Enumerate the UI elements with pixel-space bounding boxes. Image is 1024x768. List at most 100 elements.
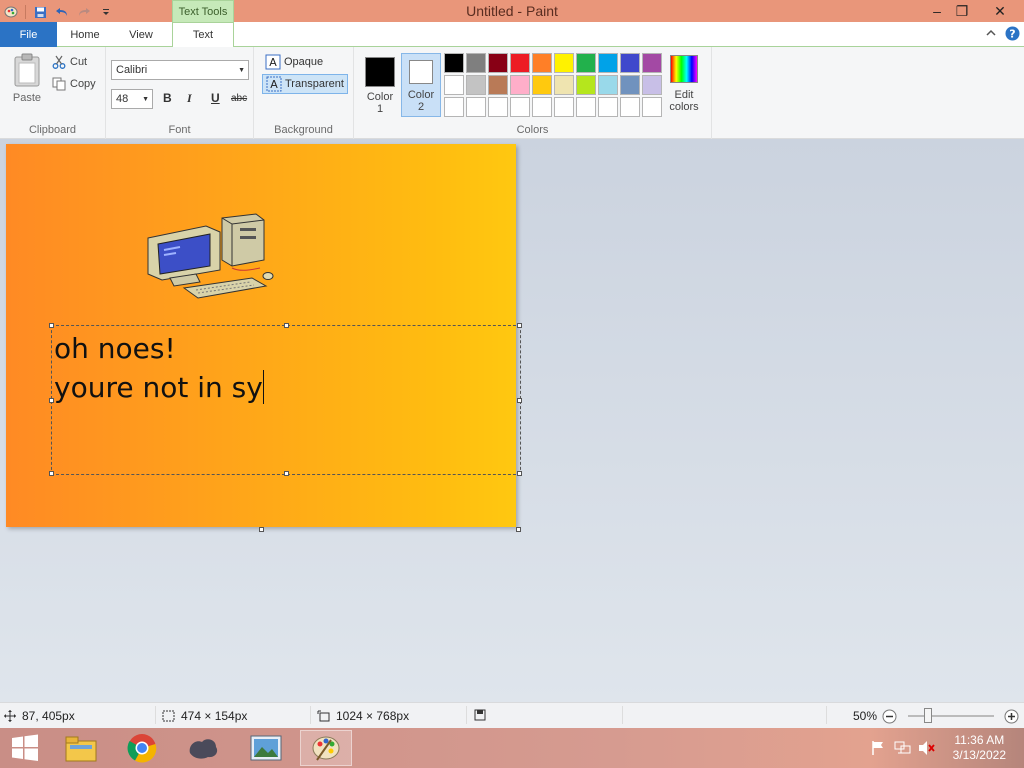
palette-color-swatch[interactable] <box>642 97 662 117</box>
clock-date: 3/13/2022 <box>952 748 1006 762</box>
color-1-swatch <box>365 57 395 87</box>
taskbar-file-explorer[interactable] <box>55 730 107 766</box>
start-button[interactable] <box>0 730 50 766</box>
taskbar-photo-viewer[interactable] <box>240 730 292 766</box>
chrome-icon <box>127 734 157 763</box>
color-1-label-b: 1 <box>376 103 384 115</box>
canvas-text-line: youre not in sy <box>54 371 263 404</box>
selection-handle[interactable] <box>517 323 522 328</box>
close-button[interactable]: ✕ <box>980 0 1020 22</box>
font-family-value: Calibri <box>116 64 148 76</box>
color-2-button[interactable]: Color 2 <box>401 53 441 117</box>
network-icon[interactable] <box>894 740 912 759</box>
selection-handle[interactable] <box>49 471 54 476</box>
selection-handle[interactable] <box>517 471 522 476</box>
palette-color-swatch[interactable] <box>620 75 640 95</box>
restore-button[interactable]: ❐ <box>945 0 979 22</box>
palette-color-swatch[interactable] <box>466 53 486 73</box>
action-center-flag-icon[interactable] <box>870 740 886 759</box>
workspace[interactable]: oh noes! youre not in sy <box>0 139 1024 702</box>
palette-color-swatch[interactable] <box>554 75 574 95</box>
palette-color-swatch[interactable] <box>620 97 640 117</box>
palette-color-swatch[interactable] <box>598 53 618 73</box>
tab-home[interactable]: Home <box>57 22 113 47</box>
transparent-button[interactable]: A Transparent <box>262 74 348 94</box>
selection-icon <box>162 710 175 722</box>
copy-button[interactable]: Copy <box>52 77 96 91</box>
zoom-slider-track[interactable] <box>908 715 994 717</box>
canvas-resize-handle[interactable] <box>259 527 264 532</box>
tab-text[interactable]: Text <box>172 22 234 48</box>
plus-icon <box>1004 709 1019 724</box>
chevron-down-icon: ▼ <box>238 67 245 74</box>
clock[interactable]: 11:36 AM 3/13/2022 <box>953 733 1006 763</box>
zoom-slider-thumb[interactable] <box>924 708 932 723</box>
cut-button[interactable]: Cut <box>52 55 87 69</box>
palette-color-swatch[interactable] <box>444 53 464 73</box>
cursor-position-value: 87, 405px <box>22 709 75 723</box>
help-icon[interactable]: ? <box>1005 26 1020 44</box>
palette-color-swatch[interactable] <box>642 53 662 73</box>
palette-color-swatch[interactable] <box>488 75 508 95</box>
taskbar-google-chrome[interactable] <box>116 730 168 766</box>
zoom-out-button[interactable] <box>882 709 897 727</box>
taskbar-unknown-app[interactable] <box>177 730 229 766</box>
minimize-ribbon-icon[interactable] <box>985 27 997 42</box>
palette-color-swatch[interactable] <box>598 97 618 117</box>
bold-button[interactable]: B <box>163 91 172 105</box>
edit-colors-button[interactable]: Edit colors <box>666 55 702 113</box>
image-size-value: 1024 × 768px <box>336 709 410 723</box>
divider <box>826 706 827 724</box>
background-group-label: Background <box>274 124 333 136</box>
selection-handle[interactable] <box>517 398 522 403</box>
palette-color-swatch[interactable] <box>510 75 530 95</box>
image-size: 1024 × 768px <box>317 709 409 723</box>
font-family-select[interactable]: Calibri ▼ <box>111 60 249 80</box>
palette-color-swatch[interactable] <box>466 75 486 95</box>
tab-file[interactable]: File <box>0 22 57 47</box>
selection-handle[interactable] <box>284 471 289 476</box>
palette-color-swatch[interactable] <box>488 97 508 117</box>
palette-color-swatch[interactable] <box>444 97 464 117</box>
ribbon: Paste Cut Copy Clipboard Font Calibri ▼ … <box>0 47 1024 139</box>
taskbar: 11:36 AM 3/13/2022 <box>0 728 1024 768</box>
canvas-resize-handle[interactable] <box>516 527 521 532</box>
palette-color-swatch[interactable] <box>598 75 618 95</box>
zoom-in-button[interactable] <box>1004 709 1019 727</box>
volume-muted-icon[interactable] <box>918 740 936 759</box>
taskbar-paint[interactable] <box>300 730 352 766</box>
canvas-text[interactable]: oh noes! youre not in sy <box>54 329 265 407</box>
palette-color-swatch[interactable] <box>510 53 530 73</box>
svg-text:A: A <box>269 56 277 69</box>
palette-color-swatch[interactable] <box>532 97 552 117</box>
transparent-icon: A <box>266 76 282 92</box>
palette-color-swatch[interactable] <box>510 97 530 117</box>
palette-color-swatch[interactable] <box>532 75 552 95</box>
palette-color-swatch[interactable] <box>466 97 486 117</box>
font-size-select[interactable]: 48 ▼ <box>111 89 153 109</box>
palette-color-swatch[interactable] <box>620 53 640 73</box>
tab-view[interactable]: View <box>113 22 169 47</box>
underline-button[interactable]: U <box>211 91 220 105</box>
selection-size: 474 × 154px <box>162 709 247 723</box>
selection-handle[interactable] <box>49 323 54 328</box>
color-1-button[interactable]: Color 1 <box>360 53 400 117</box>
italic-button[interactable]: I <box>187 91 192 106</box>
strikethrough-button[interactable]: abc <box>231 93 247 104</box>
palette-color-swatch[interactable] <box>642 75 662 95</box>
paste-button[interactable]: Paste <box>8 53 46 104</box>
palette-color-swatch[interactable] <box>576 53 596 73</box>
opaque-button[interactable]: A Opaque <box>262 52 326 72</box>
divider <box>155 706 156 724</box>
canvas-text-line-with-caret: youre not in sy <box>54 368 265 407</box>
palette-color-swatch[interactable] <box>488 53 508 73</box>
palette-color-swatch[interactable] <box>444 75 464 95</box>
selection-handle[interactable] <box>284 323 289 328</box>
palette-color-swatch[interactable] <box>576 75 596 95</box>
palette-color-swatch[interactable] <box>554 53 574 73</box>
clipboard-icon <box>14 53 40 87</box>
palette-color-swatch[interactable] <box>576 97 596 117</box>
palette-color-swatch[interactable] <box>532 53 552 73</box>
font-group-label: Font <box>168 124 191 136</box>
palette-color-swatch[interactable] <box>554 97 574 117</box>
